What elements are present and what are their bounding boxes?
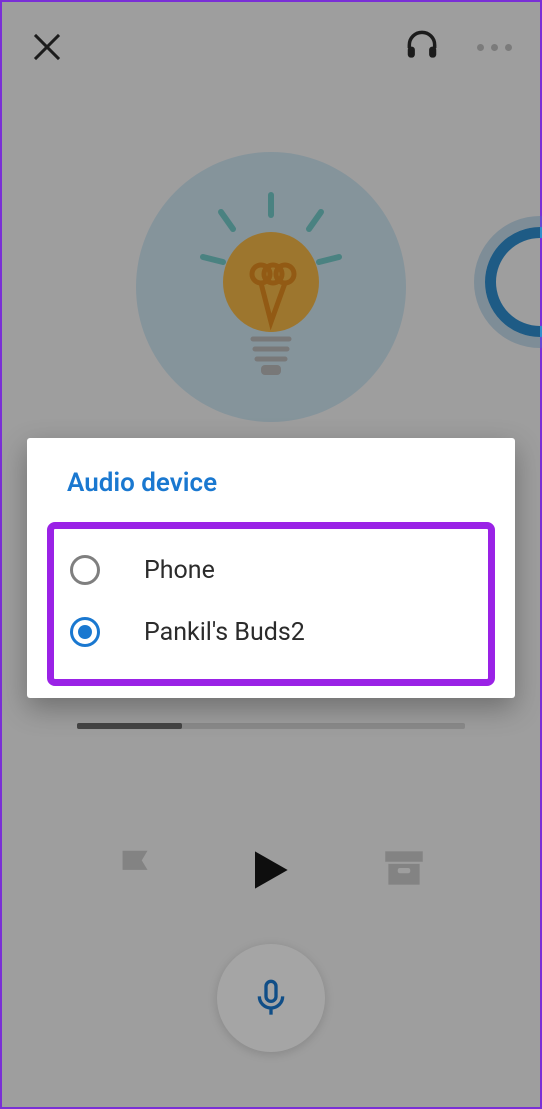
option-buds2-label: Pankil's Buds2 [144,618,305,647]
audio-device-dialog: Audio device Phone Pankil's Buds2 [27,438,515,698]
radio-unselected-icon [70,555,100,585]
option-buds2[interactable]: Pankil's Buds2 [68,601,474,663]
option-phone-label: Phone [144,556,215,585]
radio-selected-icon [70,617,100,647]
dialog-title: Audio device [27,468,515,512]
option-phone[interactable]: Phone [68,539,474,601]
options-highlight-box: Phone Pankil's Buds2 [47,522,495,686]
